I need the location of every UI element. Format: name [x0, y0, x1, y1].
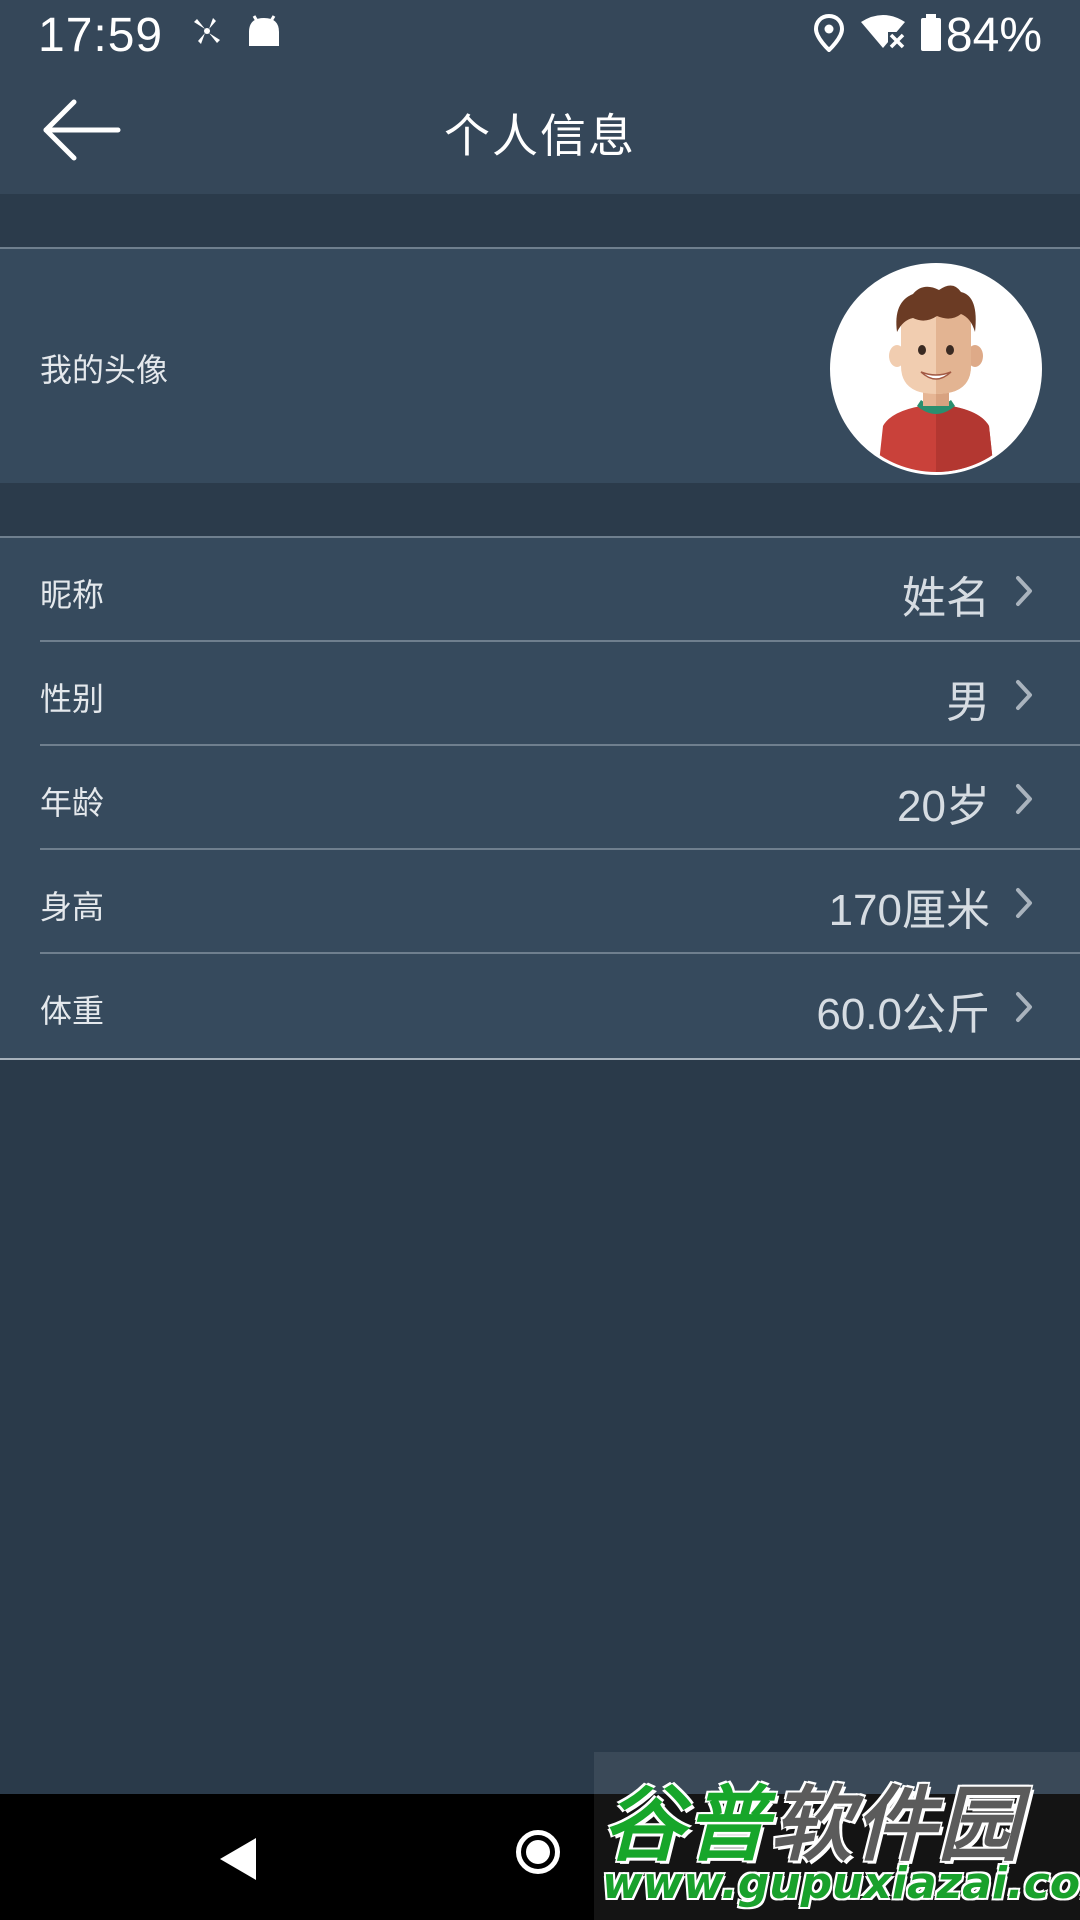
row-value: 20岁 [897, 782, 990, 831]
android-icon [246, 14, 282, 52]
row-label: 性别 [40, 680, 105, 718]
row-value: 60.0公斤 [816, 990, 990, 1039]
row-value: 男 [946, 678, 990, 727]
age-row[interactable]: 年龄 20岁 [0, 746, 1080, 850]
battery-icon [920, 14, 942, 56]
home-circle-icon [526, 1840, 550, 1864]
battery-percent: 84% [945, 9, 1042, 62]
chevron-right-icon [1016, 888, 1032, 918]
screen: 17:59 84% 个人信息 我的头像 昵称 姓名 性别 男 年龄 20岁 身高… [0, 0, 1080, 1920]
gender-row[interactable]: 性别 男 [0, 642, 1080, 746]
row-label: 昵称 [40, 576, 105, 614]
watermark: 谷普软件园 www.gupuxiazai.com [594, 1752, 1080, 1920]
row-value: 姓名 [902, 574, 990, 623]
triangle-back-icon [220, 1838, 256, 1880]
status-bar: 17:59 84% [0, 0, 1080, 66]
avatar-row[interactable]: 我的头像 [0, 247, 1080, 485]
avatar-image [833, 266, 1039, 472]
page-title: 个人信息 [444, 109, 636, 163]
profile-info-list: 昵称 姓名 性别 男 年龄 20岁 身高 170厘米 体重 60.0公斤 [0, 536, 1080, 1060]
height-row[interactable]: 身高 170厘米 [0, 850, 1080, 954]
nav-home-button[interactable] [516, 1830, 560, 1874]
chevron-right-icon [1016, 576, 1032, 606]
section-spacer [0, 194, 1080, 247]
top-app-bar: 个人信息 [0, 66, 1080, 194]
chevron-right-icon [1016, 784, 1032, 814]
row-value: 170厘米 [828, 886, 990, 935]
chevron-right-icon [1016, 680, 1032, 710]
avatar-label: 我的头像 [40, 351, 169, 389]
wifi-off-icon [860, 14, 906, 54]
status-time: 17:59 [38, 9, 164, 62]
section-spacer [0, 483, 1080, 536]
nickname-row[interactable]: 昵称 姓名 [0, 538, 1080, 642]
location-icon [813, 13, 845, 56]
row-label: 身高 [40, 888, 105, 926]
row-label: 年龄 [40, 784, 105, 822]
avatar[interactable] [830, 263, 1042, 475]
chevron-right-icon [1016, 992, 1032, 1022]
fan-icon [190, 14, 224, 52]
nav-back-button[interactable] [218, 1836, 258, 1886]
weight-row[interactable]: 体重 60.0公斤 [0, 954, 1080, 1058]
row-label: 体重 [40, 992, 105, 1030]
watermark-url: www.gupuxiazai.com [602, 1858, 1080, 1909]
